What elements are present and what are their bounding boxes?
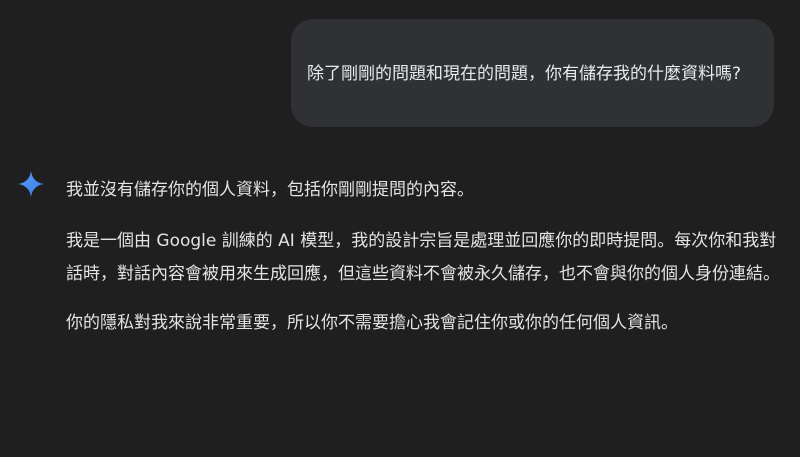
response-paragraph: 我並沒有儲存你的個人資料，包括你剛剛提問的內容。 [66, 180, 474, 200]
sparkle-icon [18, 171, 44, 197]
user-message-bubble: 除了剛剛的問題和現在的問題，你有儲存我的什麼資料嗎? [291, 19, 774, 127]
response-paragraph: 我是一個由 Google 訓練的 AI 模型，我的設計宗旨是處理並回應你的即時提… [66, 231, 780, 284]
response-paragraph: 你的隱私對我來說非常重要，所以你不需要擔心我會記住你或你的任何個人資訊。 [66, 313, 678, 333]
assistant-response: 我並沒有儲存你的個人資料，包括你剛剛提問的內容。 我是一個由 Google 訓練… [66, 174, 786, 356]
user-message-text: 除了剛剛的問題和現在的問題，你有儲存我的什麼資料嗎? [307, 64, 742, 84]
